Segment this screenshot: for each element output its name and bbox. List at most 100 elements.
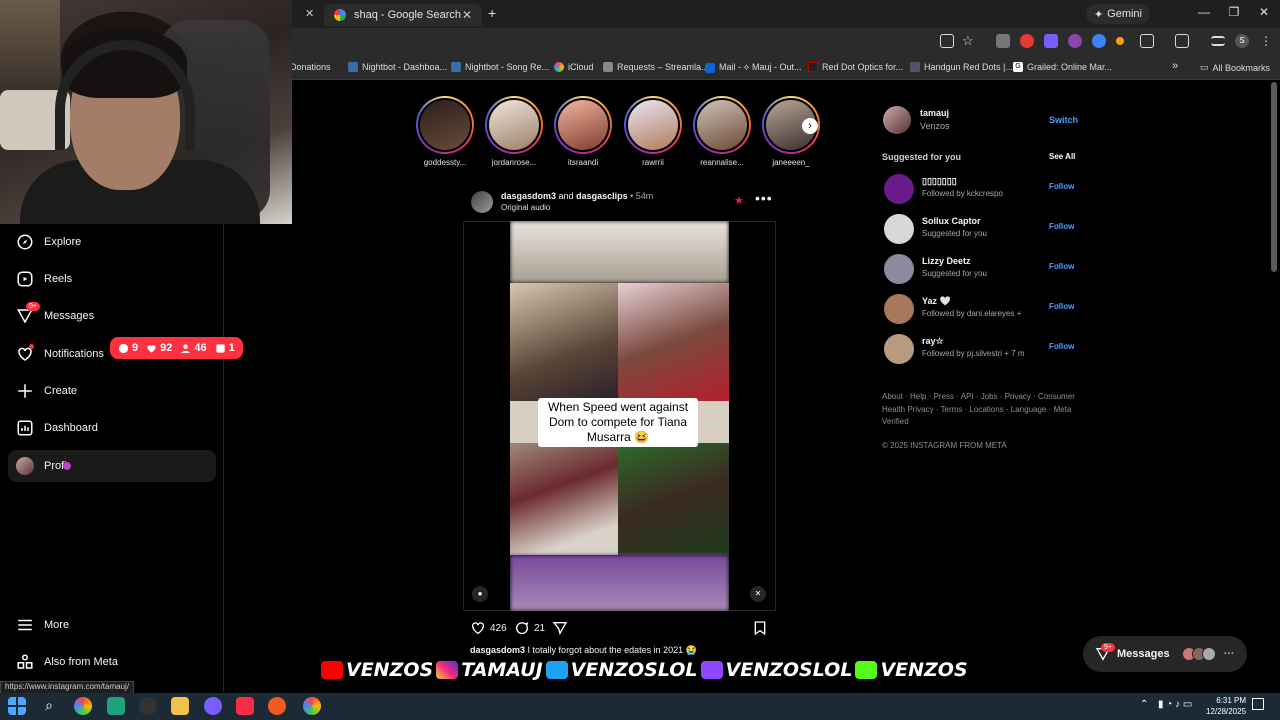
file-explorer-icon[interactable] — [171, 697, 189, 715]
star-bookmark-icon[interactable]: ☆ — [962, 34, 976, 48]
extension-5-icon[interactable] — [1092, 34, 1106, 48]
maximize-button[interactable]: ❐ — [1219, 5, 1249, 19]
suggestion-name[interactable]: Yaz 🤍 — [922, 296, 951, 307]
stories-next-button[interactable]: › — [802, 118, 818, 134]
bookmark-item[interactable]: Mail - ⟡ Mauj - Out... — [705, 62, 801, 73]
nav-more[interactable]: More — [8, 609, 216, 641]
close-window-button[interactable]: ✕ — [1249, 5, 1279, 19]
notification-center-icon[interactable] — [1252, 698, 1264, 710]
messages-dock-label: Messages — [1117, 648, 1170, 660]
tab-search-icon[interactable] — [1211, 36, 1225, 46]
browser-menu-icon[interactable]: ⋮ — [1260, 34, 1274, 48]
suggestion-avatar[interactable] — [884, 214, 914, 244]
favorite-star-icon[interactable]: ★ — [734, 194, 744, 207]
suggestion-avatar[interactable] — [884, 174, 914, 204]
nav-dashboard[interactable]: Dashboard — [8, 412, 216, 444]
profile-avatar-icon[interactable]: S — [1235, 34, 1249, 48]
app-4k-icon[interactable] — [139, 697, 157, 715]
suggestion-avatar[interactable] — [884, 334, 914, 364]
story-item[interactable]: itsraandi — [553, 96, 613, 167]
suggestion-row: Yaz 🤍 Followed by dani.elareyes + Follow — [884, 294, 1074, 324]
bookmark-item[interactable]: G Grailed: Online Mar... — [1013, 62, 1112, 72]
current-username[interactable]: tamauj — [920, 108, 949, 118]
tab-close-previous[interactable]: ✕ — [305, 7, 314, 20]
page-scrollbar[interactable] — [1271, 82, 1277, 272]
suggestion-avatar[interactable] — [884, 254, 914, 284]
follow-button[interactable]: Follow — [1049, 342, 1074, 351]
like-button[interactable]: 426 — [470, 620, 507, 636]
bookmark-item[interactable]: Donations — [290, 62, 331, 72]
footer-links[interactable]: About · Help · Press · API · Jobs · Priv… — [882, 391, 1082, 429]
suggestion-name[interactable]: Lizzy Deetz — [922, 256, 971, 266]
tray-icons[interactable]: ▮ ◔ ♪ ▭ — [1158, 699, 1192, 710]
minimize-button[interactable]: — — [1189, 5, 1219, 19]
story-item[interactable]: goddessty... — [415, 96, 475, 167]
suggestion-name[interactable]: ray☆ — [922, 336, 944, 347]
taskbar-clock[interactable]: 6:31 PM 12/28/2025 — [1206, 695, 1246, 717]
see-all-link[interactable]: See All — [1049, 152, 1075, 161]
suggestion-avatar[interactable] — [884, 294, 914, 324]
clock-date: 12/28/2025 — [1206, 707, 1247, 716]
windows-start-icon[interactable] — [8, 697, 26, 715]
bookmark-item[interactable]: Nightbot - Song Re... — [451, 62, 549, 72]
bookmark-item[interactable]: Handgun Red Dots |... — [910, 62, 1013, 72]
side-panel-icon[interactable] — [1175, 34, 1189, 48]
app-icon[interactable] — [204, 697, 222, 715]
extensions-puzzle-icon[interactable] — [1140, 34, 1154, 48]
tab-close-icon[interactable]: ✕ — [462, 8, 472, 22]
bookmark-item[interactable]: Requests – Streamla... — [603, 62, 709, 72]
comment-button[interactable]: 21 — [514, 620, 545, 636]
tray-chevron-icon[interactable]: ⌃ — [1140, 699, 1148, 710]
obs-app-icon[interactable] — [268, 697, 286, 715]
post-coauthor-link[interactable]: dasgasclips — [576, 191, 628, 201]
suggestion-name[interactable]: Sollux Captor — [922, 216, 981, 226]
chrome-active-icon[interactable] — [303, 697, 321, 715]
nav-reels[interactable]: Reels — [8, 263, 216, 295]
new-tab-button[interactable]: + — [488, 5, 496, 21]
bookmark-item[interactable]: Nightbot - Dashboa... — [348, 62, 447, 72]
notification-dot — [29, 344, 34, 349]
notifications-summary-pill[interactable]: 9 92 46 1 — [110, 337, 243, 359]
extension-2-icon[interactable] — [1020, 34, 1034, 48]
messages-dock[interactable]: Messages ··· — [1083, 636, 1247, 672]
gemini-button[interactable]: ✦ Gemini — [1085, 4, 1150, 24]
follow-button[interactable]: Follow — [1049, 222, 1074, 231]
switch-account-link[interactable]: Switch — [1049, 115, 1078, 125]
search-icon[interactable]: ⌕ — [40, 697, 58, 715]
post-audio-link[interactable]: Original audio — [501, 203, 550, 212]
music-app-icon[interactable] — [236, 697, 254, 715]
follow-button[interactable]: Follow — [1049, 302, 1074, 311]
nav-explore[interactable]: Explore — [8, 226, 216, 258]
post-author-link[interactable]: dasgasdom3 — [501, 191, 556, 201]
suggestion-name[interactable]: ▯▯▯▯▯▯▯ — [922, 176, 957, 187]
app-icon[interactable] — [107, 697, 125, 715]
share-button[interactable] — [552, 620, 568, 636]
story-item[interactable]: reannalise... — [692, 96, 752, 167]
extension-1-icon[interactable] — [996, 34, 1010, 48]
post-author-avatar[interactable] — [471, 191, 493, 213]
chrome-app-icon[interactable] — [74, 697, 92, 715]
bookmarks-overflow-button[interactable]: » — [1172, 60, 1178, 72]
nav-profile[interactable]: Profi — [8, 450, 216, 482]
all-bookmarks-button[interactable]: ▭ All Bookmarks — [1200, 62, 1270, 73]
caption-username[interactable]: dasgasdom3 — [470, 645, 525, 655]
follow-button[interactable]: Follow — [1049, 262, 1074, 271]
mute-icon[interactable]: ✕ — [750, 586, 766, 602]
nav-messages[interactable]: 9+ Messages — [8, 300, 216, 332]
current-user-avatar[interactable] — [883, 106, 911, 134]
bookmark-item[interactable]: Red Dot Optics for... — [808, 62, 903, 72]
save-button[interactable] — [752, 620, 768, 636]
cast-icon[interactable] — [940, 34, 954, 48]
extension-3-icon[interactable] — [1044, 34, 1058, 48]
extension-4-icon[interactable] — [1068, 34, 1082, 48]
bookmark-item[interactable]: iCloud — [554, 62, 594, 72]
tab-google-search[interactable]: shaq - Google Search ✕ — [324, 4, 482, 26]
extension-6-icon[interactable] — [1116, 37, 1124, 45]
nav-also-from-meta[interactable]: Also from Meta — [8, 646, 216, 678]
story-item[interactable]: jordanrose... — [484, 96, 544, 167]
tagged-users-icon[interactable]: ● — [472, 586, 488, 602]
follow-button[interactable]: Follow — [1049, 182, 1074, 191]
post-options-button[interactable]: ••• — [755, 190, 773, 206]
story-item[interactable]: rawrrii — [623, 96, 683, 167]
nav-create[interactable]: Create — [8, 375, 216, 407]
